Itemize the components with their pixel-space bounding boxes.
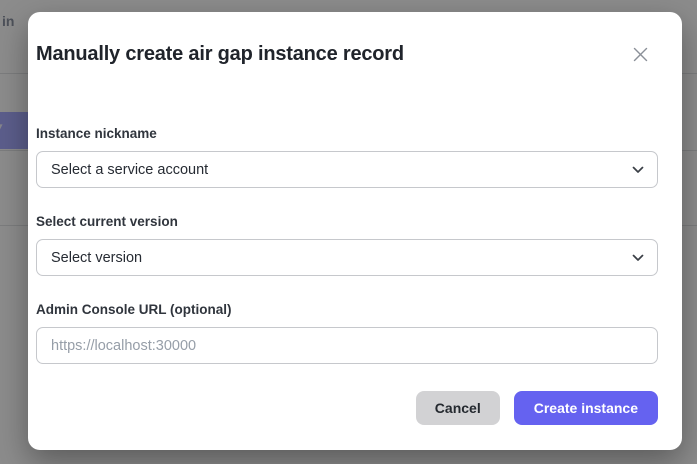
cancel-button[interactable]: Cancel xyxy=(416,391,500,425)
chevron-down-icon xyxy=(632,254,644,262)
modal-header: Manually create air gap instance record xyxy=(36,41,658,68)
modal-title: Manually create air gap instance record xyxy=(36,41,404,68)
field-current-version: Select current version Select version xyxy=(36,215,658,276)
create-air-gap-instance-modal: Manually create air gap instance record … xyxy=(28,12,682,450)
chevron-down-icon xyxy=(632,166,644,174)
service-account-select-value: Select a service account xyxy=(51,162,208,178)
close-icon xyxy=(633,47,648,62)
modal-form: Instance nickname Select a service accou… xyxy=(36,127,658,364)
close-button[interactable] xyxy=(629,43,652,66)
modal-footer: Cancel Create instance xyxy=(36,391,658,425)
current-version-label: Select current version xyxy=(36,215,658,229)
instance-nickname-label: Instance nickname xyxy=(36,127,658,141)
field-admin-console-url: Admin Console URL (optional) xyxy=(36,303,658,364)
field-instance-nickname: Instance nickname Select a service accou… xyxy=(36,127,658,188)
admin-console-url-label: Admin Console URL (optional) xyxy=(36,303,658,317)
admin-console-url-input[interactable] xyxy=(36,327,658,364)
version-select[interactable]: Select version xyxy=(36,239,658,276)
create-instance-button[interactable]: Create instance xyxy=(514,391,658,425)
version-select-value: Select version xyxy=(51,250,142,266)
service-account-select[interactable]: Select a service account xyxy=(36,151,658,188)
